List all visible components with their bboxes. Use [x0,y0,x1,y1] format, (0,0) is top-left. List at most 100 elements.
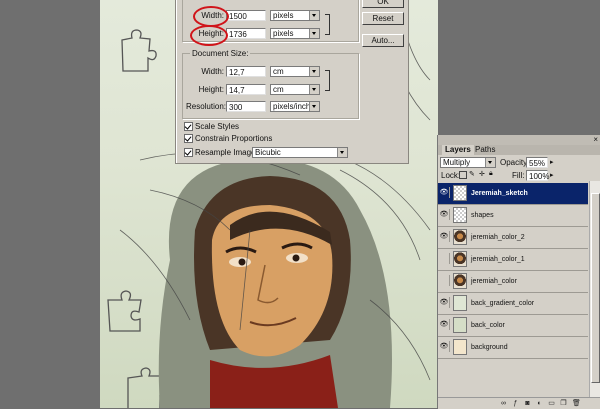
opacity-arrow-icon[interactable]: ▸ [550,158,554,166]
scale-styles-checkbox[interactable] [184,122,193,131]
layer-thumbnail [453,185,467,201]
scrollbar-thumb[interactable] [591,193,600,383]
pixel-height-unit-select[interactable]: pixels [270,28,320,39]
link-layers-icon[interactable]: ∞ [500,400,507,407]
eye-icon[interactable]: 👁︎ [439,297,450,308]
constrain-proportions-checkbox[interactable] [184,134,193,143]
layer-name: background [471,344,508,351]
layer-thumbnail [453,207,467,223]
layer-row[interactable]: jeremiah_color_1 [438,249,588,271]
lock-all-icon[interactable]: 🔒︎ [489,170,493,178]
lock-brush-icon[interactable]: ✎ [469,170,475,178]
image-size-dialog: Width: 1500 pixels Height: 1736 pixels O… [175,0,409,164]
doc-height-field[interactable]: 14,7 [226,84,266,95]
annotation-circle-height [190,25,228,46]
layer-thumbnail [453,229,467,245]
eye-icon[interactable]: 👁︎ [439,319,450,330]
doc-width-unit-select[interactable]: cm [270,66,320,77]
resample-method-value: Bicubic [255,148,281,157]
resample-image-checkbox[interactable] [184,148,193,157]
new-group-icon[interactable]: ▭ [548,400,555,407]
resolution-field[interactable]: 300 [226,101,266,112]
ok-button[interactable]: OK [362,0,404,8]
pixel-width-field[interactable]: 1500 [226,10,266,21]
layer-thumbnail [453,295,467,311]
layer-row[interactable]: 👁︎ Jeremiah_sketch [438,183,588,205]
blend-mode-select[interactable]: Multiply [440,157,496,168]
doc-width-field[interactable]: 12,7 [226,66,266,77]
chevron-down-icon [309,102,319,111]
layer-name: back_color [471,322,505,329]
eye-hidden-icon[interactable] [439,275,450,286]
layer-row[interactable]: 👁︎ back_gradient_color [438,293,588,315]
doc-link-bracket-icon [325,70,330,91]
layer-thumbnail [453,317,467,333]
annotation-circle-width [193,6,229,27]
chevron-down-icon [309,85,319,94]
fill-arrow-icon[interactable]: ▸ [550,171,554,179]
eye-icon[interactable]: 👁︎ [439,231,450,242]
pixel-height-field[interactable]: 1736 [226,28,266,39]
close-icon[interactable]: × [593,135,598,145]
layer-row[interactable]: 👁︎ shapes [438,205,588,227]
chevron-down-icon [485,158,495,167]
pixel-width-unit-value: pixels [273,11,294,20]
lock-transparency-icon[interactable] [459,171,467,179]
layer-name: Jeremiah_sketch [471,190,528,197]
pixel-link-bracket-icon [325,14,330,35]
scale-styles-label: Scale Styles [195,122,240,131]
opacity-field[interactable]: 55% [526,157,548,168]
pixel-height-unit-value: pixels [273,29,294,38]
panel-tabs: Layers Paths [438,145,600,155]
tab-paths[interactable]: Paths [472,145,498,155]
lock-move-icon[interactable]: ✛ [479,170,485,178]
eye-icon[interactable]: 👁︎ [439,187,450,198]
chevron-down-icon [309,29,319,38]
layer-row[interactable]: 👁︎ background [438,337,588,359]
layer-name: back_gradient_color [471,300,535,307]
layer-row[interactable]: 👁︎ jeremiah_color_2 [438,227,588,249]
eye-icon[interactable]: 👁︎ [439,341,450,352]
layer-name: jeremiah_color_1 [471,256,525,263]
auto-button[interactable]: Auto... [362,34,404,47]
tab-layers[interactable]: Layers [442,145,474,155]
layer-name: jeremiah_color [471,278,517,285]
fill-field[interactable]: 100% [526,170,549,181]
layer-mask-icon[interactable]: ◙ [524,400,531,407]
document-size-legend: Document Size: [190,49,251,58]
eye-icon[interactable]: 👁︎ [439,209,450,220]
trash-icon[interactable]: 🗑︎ [572,400,581,407]
doc-height-unit-select[interactable]: cm [270,84,320,95]
blend-mode-value: Multiply [443,158,471,167]
resolution-unit-value: pixels/inch [273,102,311,111]
layers-panel-footer: ∞ ƒ ◙ ◐ ▭ ❐ 🗑︎ [438,397,600,409]
pixel-width-unit-select[interactable]: pixels [270,10,320,21]
layer-thumbnail [453,273,467,289]
layer-name: jeremiah_color_2 [471,234,525,241]
opacity-label: Opacity: [500,158,530,167]
layer-style-icon[interactable]: ƒ [512,400,519,407]
doc-width-label: Width: [201,67,224,76]
reset-button[interactable]: Reset [362,12,404,25]
doc-height-label: Height: [198,85,224,94]
chevron-down-icon [337,148,347,157]
panel-titlebar: × [438,135,600,145]
eye-hidden-icon[interactable] [439,253,450,264]
resample-method-select[interactable]: Bicubic [252,147,348,158]
resolution-unit-select[interactable]: pixels/inch [270,101,320,112]
layers-scrollbar[interactable] [589,181,600,397]
adjustment-layer-icon[interactable]: ◐ [536,400,543,407]
new-layer-icon[interactable]: ❐ [560,400,567,407]
constrain-proportions-label: Constrain Proportions [195,134,273,143]
layers-panel: × Layers Paths Multiply Opacity: 55% ▸ L… [437,135,600,409]
layer-row[interactable]: 👁︎ back_color [438,315,588,337]
layer-thumbnail [453,339,467,355]
layer-row[interactable]: jeremiah_color [438,271,588,293]
lock-label: Lock: [441,171,461,180]
fill-label: Fill: [512,171,525,180]
chevron-down-icon [309,67,319,76]
resolution-label: Resolution: [185,102,226,111]
layer-thumbnail [453,251,467,267]
chevron-down-icon [309,11,319,20]
doc-height-unit-value: cm [273,85,284,94]
